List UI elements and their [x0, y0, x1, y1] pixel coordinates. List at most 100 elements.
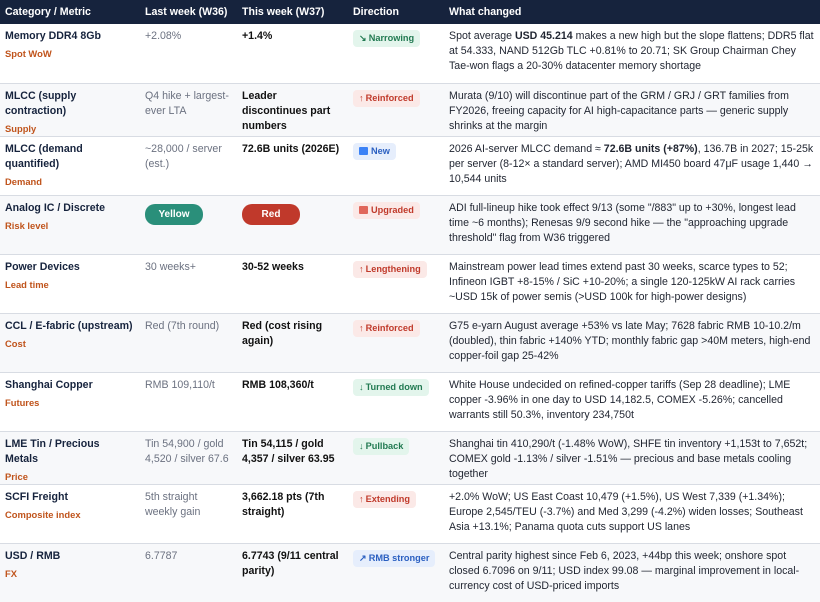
direction-cell: ↑ Reinforced [348, 83, 444, 137]
metric-subtitle: Cost [5, 337, 26, 349]
last-week-value: ~28,000 / server (est.) [140, 136, 237, 196]
direction-badge: ↑ Reinforced [353, 89, 420, 107]
category-cell: SCFI Freight Composite index [0, 484, 140, 544]
risk-pill-red: Red [242, 203, 300, 225]
what-changed-cell: Spot average USD 45.214 makes a new high… [444, 24, 820, 84]
table-row: Power Devices Lead time 30 weeks+ 30-52 w… [0, 254, 820, 314]
commodity-tracker-table: Category / Metric Last week (W36) This w… [0, 0, 820, 602]
metric-name: LME Tin / Precious Metals [5, 437, 100, 465]
direction-cell: ↓ Turned down [348, 372, 444, 432]
what-changed-cell: 2026 AI-server MLCC demand ≈ 72.6B units… [444, 136, 820, 196]
what-changed-cell: ADI full-lineup hike took effect 9/13 (s… [444, 195, 820, 255]
category-cell: LME Tin / Precious Metals Price [0, 431, 140, 485]
metric-name: Shanghai Copper [5, 378, 93, 391]
what-changed-cell: White House undecided on refined-copper … [444, 372, 820, 432]
direction-badge: ↘ Narrowing [353, 30, 421, 47]
upgrade-icon [359, 205, 368, 214]
last-week-value: 30 weeks+ [140, 254, 237, 314]
metric-name: Power Devices [5, 260, 80, 273]
direction-label: Reinforced [365, 322, 414, 333]
table-row: USD / RMB FX 6.7787 6.7743 (9/11 central … [0, 543, 820, 602]
direction-badge: ↑ Reinforced [353, 319, 420, 337]
direction-badge: ↓ Turned down [353, 378, 429, 396]
table-row: MLCC (supply contraction) Supply Q4 hike … [0, 83, 820, 137]
what-changed-cell: +2.0% WoW; US East Coast 10,479 (+1.5%),… [444, 484, 820, 544]
last-week-value: Red (7th round) [140, 313, 237, 373]
direction-label: Reinforced [365, 92, 414, 103]
table-row: Analog IC / Discrete Risk level Yellow Re… [0, 195, 820, 255]
header-direction: Direction [348, 0, 444, 24]
arrow-up-icon: ↑ [359, 92, 364, 103]
direction-label: Upgraded [371, 204, 414, 215]
direction-label: New [371, 145, 390, 156]
metric-name: Memory DDR4 8Gb [5, 30, 101, 42]
what-changed-cell: Shanghai tin 410,290/t (-1.48% WoW), SHF… [444, 431, 820, 485]
what-changed-cell: G75 e-yarn August average +53% vs late M… [444, 313, 820, 373]
direction-badge: Upgraded [353, 201, 420, 219]
direction-badge: New [353, 142, 396, 160]
metric-subtitle: Supply [5, 122, 37, 134]
direction-label: Extending [365, 493, 411, 504]
metric-name: MLCC (demand quantified) [5, 142, 83, 170]
category-cell: MLCC (supply contraction) Supply [0, 83, 140, 137]
direction-cell: ↗ RMB stronger [348, 543, 444, 602]
table-row: CCL / E-fabric (upstream) Cost Red (7th r… [0, 313, 820, 373]
new-icon [359, 146, 368, 155]
risk-pill-yellow: Yellow [145, 203, 203, 225]
direction-badge: ↓ Pullback [353, 437, 410, 455]
direction-label: Narrowing [368, 33, 415, 43]
metric-subtitle: Composite index [5, 508, 81, 520]
direction-cell: ↑ Lengthening [348, 254, 444, 314]
category-cell: Memory DDR4 8Gb Spot WoW [0, 24, 140, 84]
this-week-value: Tin 54,115 / gold 4,357 / silver 63.95 [237, 431, 348, 485]
header-category: Category / Metric [0, 0, 140, 24]
category-cell: Power Devices Lead time [0, 254, 140, 314]
direction-cell: ↘ Narrowing [348, 24, 444, 84]
metric-subtitle: Demand [5, 175, 42, 187]
category-cell: MLCC (demand quantified) Demand [0, 136, 140, 196]
arrow-down-icon: ↓ [359, 440, 364, 451]
this-week-value: +1.4% [237, 24, 348, 84]
metric-name: CCL / E-fabric (upstream) [5, 319, 133, 332]
arrow-up-right-icon: ↗ [359, 552, 367, 563]
direction-cell: ↓ Pullback [348, 431, 444, 485]
last-week-value: Q4 hike + largest-ever LTA [140, 83, 237, 137]
what-changed-cell: Murata (9/10) will discontinue part of t… [444, 83, 820, 137]
direction-label: Lengthening [365, 263, 421, 274]
table-row: MLCC (demand quantified) Demand ~28,000 /… [0, 136, 820, 196]
header-this-week: This week (W37) [237, 0, 348, 24]
metric-name: USD / RMB [5, 549, 61, 562]
what-changed-cell: Central parity highest since Feb 6, 2023… [444, 543, 820, 602]
metric-subtitle: FX [5, 567, 17, 579]
last-week-value: +2.08% [140, 24, 237, 84]
direction-label: Pullback [365, 440, 404, 451]
this-week-value: RMB 108,360/t [237, 372, 348, 432]
arrow-up-icon: ↑ [359, 493, 364, 504]
metric-subtitle: Spot WoW [5, 48, 52, 59]
table-header-row: Category / Metric Last week (W36) This w… [0, 0, 820, 24]
arrow-down-icon: ↓ [359, 381, 364, 392]
metric-name: MLCC (supply contraction) [5, 89, 77, 117]
this-week-value: Leader discontinues part numbers [237, 83, 348, 137]
metric-subtitle: Lead time [5, 278, 49, 290]
category-cell: Shanghai Copper Futures [0, 372, 140, 432]
direction-badge: ↑ Lengthening [353, 260, 427, 278]
direction-badge: ↑ Extending [353, 490, 417, 508]
arrow-up-icon: ↑ [359, 322, 364, 333]
metric-subtitle: Futures [5, 396, 40, 408]
table-row: LME Tin / Precious Metals Price Tin 54,90… [0, 431, 820, 485]
header-last-week: Last week (W36) [140, 0, 237, 24]
what-changed-cell: Mainstream power lead times extend past … [444, 254, 820, 314]
direction-cell: ↑ Reinforced [348, 313, 444, 373]
metric-name: SCFI Freight [5, 490, 68, 503]
this-week-value: 3,662.18 pts (7th straight) [237, 484, 348, 544]
direction-label: Turned down [365, 381, 423, 392]
this-week-value: 30-52 weeks [237, 254, 348, 314]
this-week-value: Red [237, 195, 348, 255]
header-what-changed: What changed [444, 0, 820, 24]
direction-badge: ↗ RMB stronger [353, 549, 436, 567]
this-week-value: 72.6B units (2026E) [237, 136, 348, 196]
table-row: Shanghai Copper Futures RMB 109,110/t RMB… [0, 372, 820, 432]
metric-name: Analog IC / Discrete [5, 201, 106, 214]
arrow-up-icon: ↑ [359, 263, 364, 274]
